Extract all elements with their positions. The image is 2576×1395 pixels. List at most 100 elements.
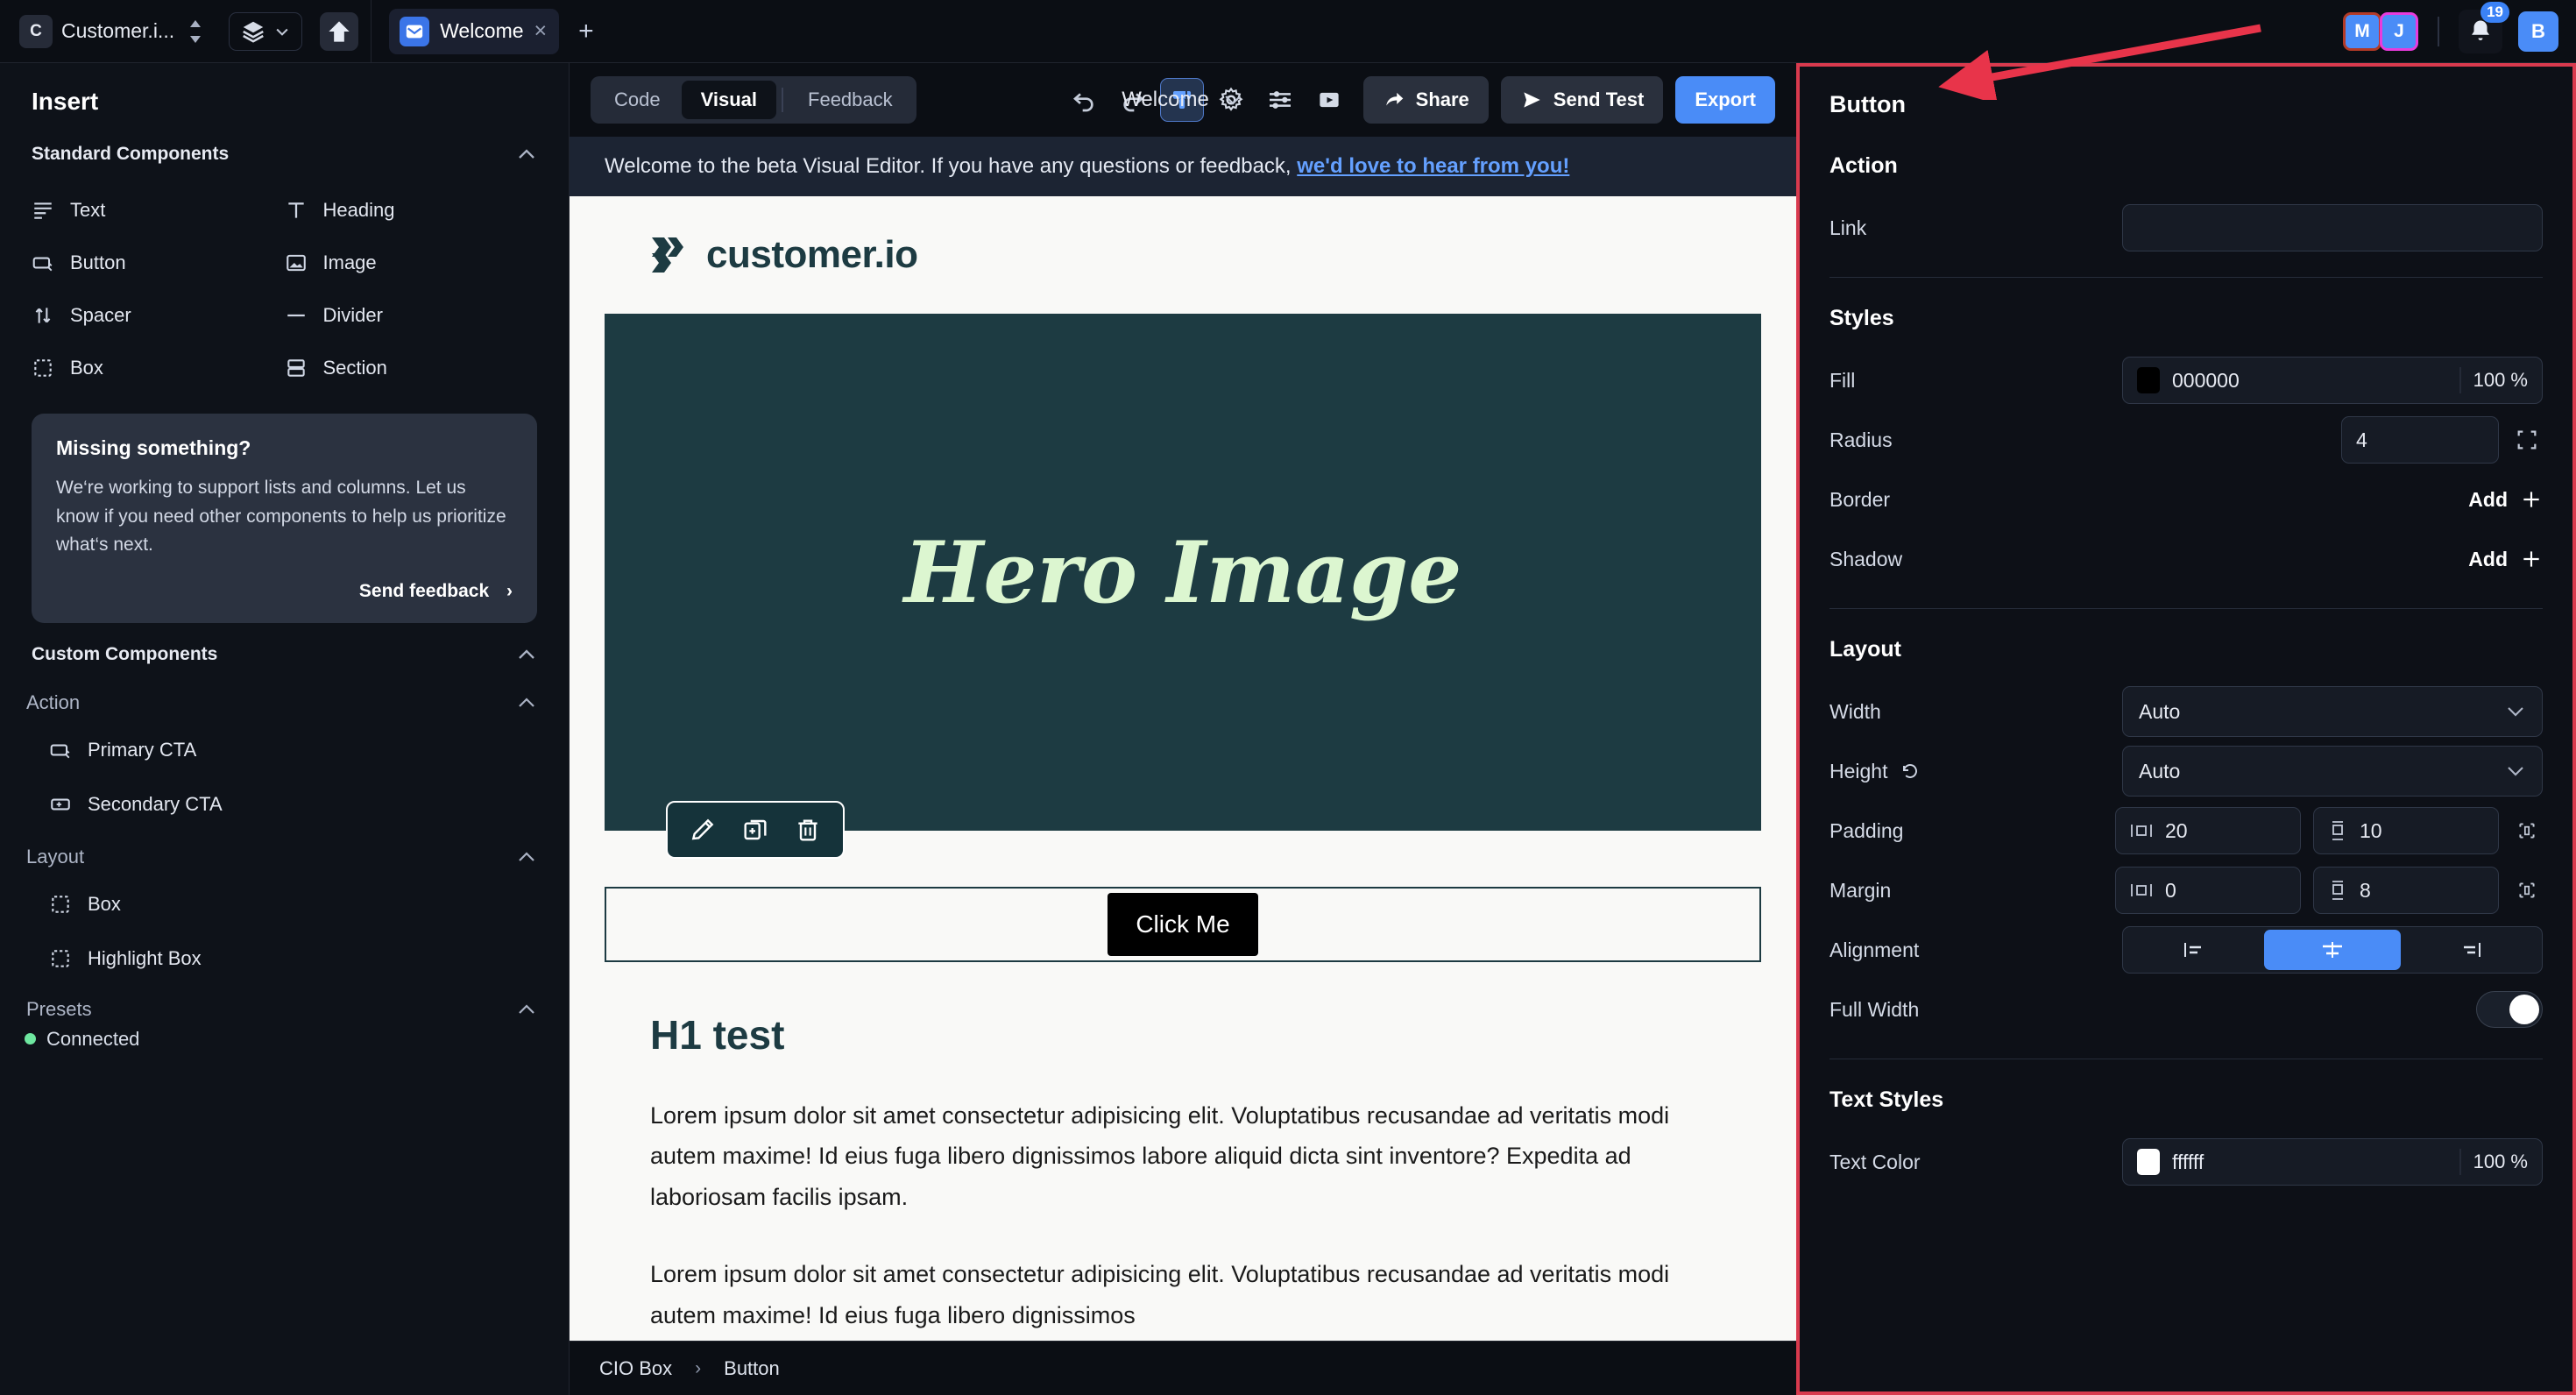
height-value: Auto — [2139, 759, 2181, 782]
margin-y-input[interactable]: 8 — [2313, 867, 2499, 914]
fill-swatch[interactable] — [2137, 367, 2160, 393]
link-label: Link — [1829, 216, 1867, 239]
tab-visual[interactable]: Visual — [681, 81, 777, 119]
email-paragraph-2[interactable]: Lorem ipsum dolor sit amet consectetur a… — [650, 1254, 1716, 1335]
notification-badge: 19 — [2480, 1, 2509, 23]
workspace-switcher[interactable]: C Customer.i... — [0, 0, 372, 62]
spacer-arrows-icon — [32, 304, 54, 327]
panel-title: Insert — [32, 88, 99, 115]
tab-code[interactable]: Code — [595, 81, 680, 119]
custom-primary-cta[interactable]: Primary CTA — [0, 723, 569, 777]
component-heading[interactable]: Heading — [285, 186, 538, 235]
duplicate-icon[interactable] — [732, 807, 778, 853]
component-button[interactable]: Button — [32, 238, 285, 287]
share-button[interactable]: Share — [1362, 76, 1489, 124]
avatar-m[interactable]: M — [2343, 11, 2381, 51]
group-action[interactable]: Action — [0, 677, 569, 723]
brand-logo: customer.io — [570, 196, 1796, 277]
align-left-button[interactable] — [2127, 930, 2264, 970]
row-width: Width Auto — [1829, 682, 2543, 741]
banner-link[interactable]: we'd love to hear from you! — [1297, 154, 1569, 178]
margin-link-icon[interactable] — [2511, 879, 2543, 902]
padding-x-input[interactable]: 20 — [2115, 807, 2301, 854]
margin-x-input[interactable]: 0 — [2115, 867, 2301, 914]
height-select[interactable]: Auto — [2122, 746, 2543, 797]
send-feedback-link[interactable]: Send feedback › — [56, 581, 513, 602]
divider — [2438, 16, 2439, 46]
play-preview-icon[interactable] — [1307, 78, 1351, 122]
new-tab-button[interactable]: + — [563, 17, 610, 46]
section-layout-heading: Layout — [1829, 637, 1901, 662]
chevron-up-icon — [516, 696, 537, 710]
fill-input[interactable]: 000000 100 % — [2122, 357, 2543, 404]
horizontal-margin-icon — [2131, 884, 2152, 896]
component-spacer[interactable]: Spacer — [32, 291, 285, 340]
custom-highlight-box[interactable]: Highlight Box — [0, 931, 569, 986]
component-label: Spacer — [70, 304, 131, 326]
reset-height-icon[interactable] — [1900, 761, 1921, 782]
radius-input[interactable]: 4 — [2341, 416, 2499, 464]
padding-y-input[interactable]: 10 — [2313, 807, 2499, 854]
export-button[interactable]: Export — [1675, 76, 1775, 124]
alignment-label: Alignment — [1829, 938, 1920, 961]
send-test-button[interactable]: Send Test — [1500, 76, 1664, 124]
component-label: Button — [70, 251, 126, 273]
custom-secondary-cta[interactable]: Secondary CTA — [0, 777, 569, 832]
button-container[interactable]: Click Me — [605, 887, 1761, 962]
document-selector[interactable]: Welcome — [1122, 88, 1244, 112]
breadcrumb-parent[interactable]: CIO Box — [599, 1357, 672, 1380]
section-custom-components[interactable]: Custom Components — [0, 632, 569, 677]
breadcrumb-current[interactable]: Button — [724, 1357, 780, 1380]
breadcrumb: CIO Box › Button — [570, 1341, 1796, 1395]
align-center-icon — [2323, 942, 2342, 958]
layers-menu-button[interactable] — [229, 11, 303, 51]
link-input[interactable] — [2122, 204, 2543, 251]
user-avatar[interactable]: B — [2518, 11, 2558, 52]
custom-box[interactable]: Box — [0, 877, 569, 931]
group-layout[interactable]: Layout — [0, 832, 569, 877]
text-color-input[interactable]: ffffff 100 % — [2122, 1138, 2543, 1186]
click-me-button[interactable]: Click Me — [1108, 893, 1258, 956]
group-presets[interactable]: Presets — [0, 986, 569, 1024]
component-image[interactable]: Image — [285, 238, 538, 287]
top-bar-right: M J 19 B — [2343, 1, 2576, 53]
section-text-styles-heading: Text Styles — [1829, 1087, 1944, 1112]
avatar-j[interactable]: J — [2380, 11, 2418, 51]
full-width-label: Full Width — [1829, 997, 1920, 1021]
edit-pencil-icon[interactable] — [680, 807, 725, 853]
tab-feedback[interactable]: Feedback — [789, 81, 912, 119]
component-label: Box — [70, 357, 103, 379]
full-width-toggle[interactable] — [2476, 991, 2543, 1028]
sliders-icon[interactable] — [1258, 78, 1302, 122]
component-label: Section — [322, 357, 387, 379]
custom-item-label: Secondary CTA — [88, 792, 223, 815]
tab-welcome[interactable]: Welcome × — [389, 8, 560, 54]
align-center-button[interactable] — [2263, 930, 2402, 970]
border-add-button[interactable]: Add — [2468, 488, 2543, 512]
row-shadow: Shadow Add — [1829, 529, 2543, 589]
corner-expand-icon[interactable] — [2511, 428, 2543, 452]
shadow-add-button[interactable]: Add — [2468, 548, 2543, 571]
margin-x-value: 0 — [2165, 878, 2176, 902]
chevron-right-icon: › — [506, 580, 513, 601]
close-icon[interactable]: × — [534, 20, 548, 42]
email-heading[interactable]: H1 test — [650, 1011, 1796, 1059]
undo-icon[interactable] — [1062, 78, 1106, 122]
properties-scroll: Button Action Link Styles Fill 000000 10… — [1800, 67, 2572, 1391]
component-box[interactable]: Box — [32, 343, 285, 393]
text-color-swatch[interactable] — [2137, 1149, 2160, 1175]
notifications-button[interactable]: 19 — [2459, 1, 2509, 53]
component-divider[interactable]: Divider — [285, 291, 538, 340]
padding-link-icon[interactable] — [2511, 819, 2543, 842]
component-section[interactable]: Section — [285, 343, 538, 393]
width-select[interactable]: Auto — [2122, 686, 2543, 737]
component-text[interactable]: Text — [32, 186, 285, 235]
hero-image-block[interactable]: Hero Image — [605, 314, 1761, 859]
home-button[interactable] — [320, 11, 359, 51]
group-label: Presets — [26, 997, 92, 1020]
section-standard-components[interactable]: Standard Components — [0, 131, 569, 177]
align-right-button[interactable] — [2401, 930, 2538, 970]
email-paragraph-1[interactable]: Lorem ipsum dolor sit amet consectetur a… — [650, 1095, 1716, 1217]
delete-trash-icon[interactable] — [785, 807, 831, 853]
document-name: Welcome — [1122, 88, 1209, 111]
